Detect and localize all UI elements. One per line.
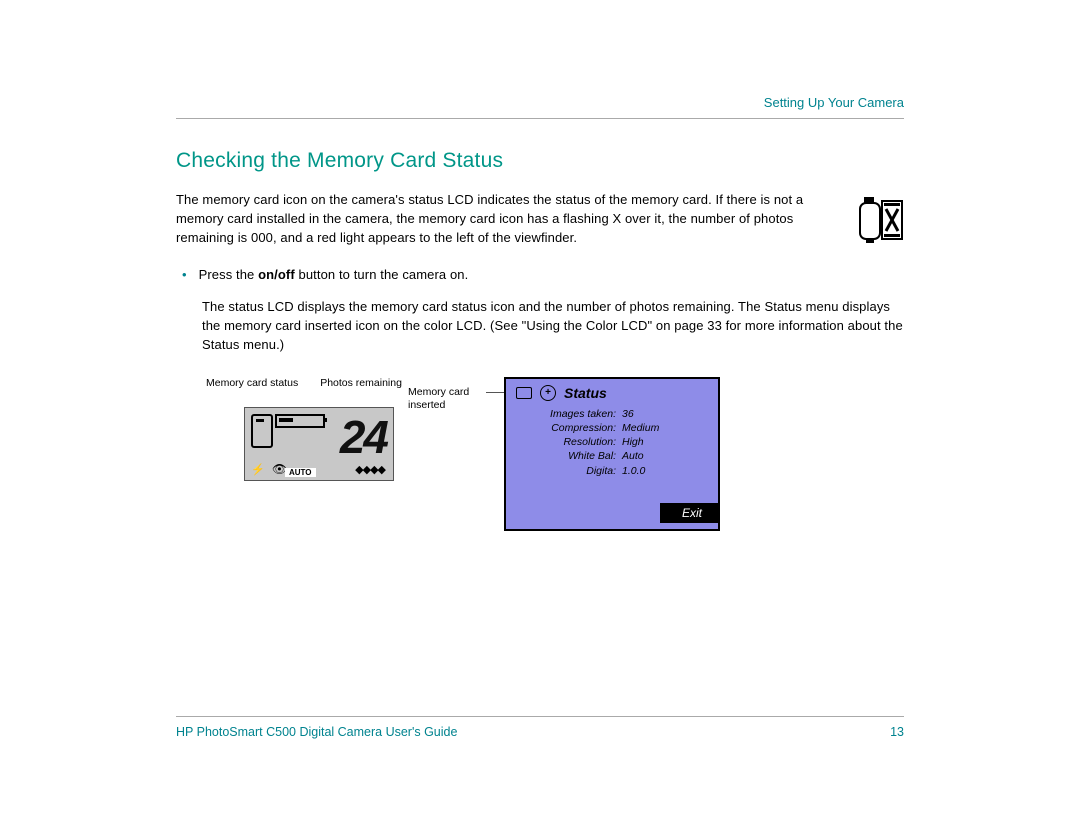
lcd-auto-label: AUTO	[285, 468, 316, 477]
color-lcd-diagram: Memory card inserted + Status Images tak…	[504, 377, 720, 531]
status-lcd-panel: 24 ⚡ 👁 AUTO ◆◆◆◆	[244, 407, 394, 481]
plus-circle-icon: +	[540, 385, 556, 401]
lcd-label-photos-remaining: Photos remaining	[320, 377, 402, 389]
color-lcd-panel: + Status Images taken:36 Compression:Med…	[504, 377, 720, 531]
bullet-dot-icon: •	[182, 266, 187, 285]
footer-guide-title: HP PhotoSmart C500 Digital Camera User's…	[176, 725, 457, 739]
lcd-label-card-status: Memory card status	[206, 377, 298, 389]
divider-top	[176, 118, 904, 119]
lcd-quality-diamonds: ◆◆◆◆	[355, 463, 385, 476]
footer-page-number: 13	[890, 725, 904, 739]
color-lcd-callout-label: Memory card inserted	[408, 386, 488, 411]
card-inserted-icon	[516, 387, 532, 399]
flash-icon: ⚡	[251, 464, 265, 476]
divider-bottom	[176, 716, 904, 717]
lcd-photo-count: 24	[340, 410, 387, 464]
battery-icon	[275, 414, 325, 428]
page-footer: HP PhotoSmart C500 Digital Camera User's…	[176, 716, 904, 739]
section-header: Setting Up Your Camera	[176, 95, 904, 110]
sub-paragraph: The status LCD displays the memory card …	[176, 298, 904, 355]
color-lcd-info-lines: Images taken:36 Compression:Medium Resol…	[506, 405, 718, 478]
bullet-item: • Press the on/off button to turn the ca…	[176, 266, 904, 285]
memory-card-icon	[251, 414, 273, 448]
bullet-text: Press the on/off button to turn the came…	[199, 266, 469, 285]
page-title: Checking the Memory Card Status	[176, 149, 904, 173]
color-lcd-exit-button: Exit	[660, 503, 718, 523]
film-canister-x-icon	[858, 195, 904, 246]
color-lcd-status-title: Status	[564, 385, 607, 401]
intro-paragraph: The memory card icon on the camera's sta…	[176, 191, 844, 248]
